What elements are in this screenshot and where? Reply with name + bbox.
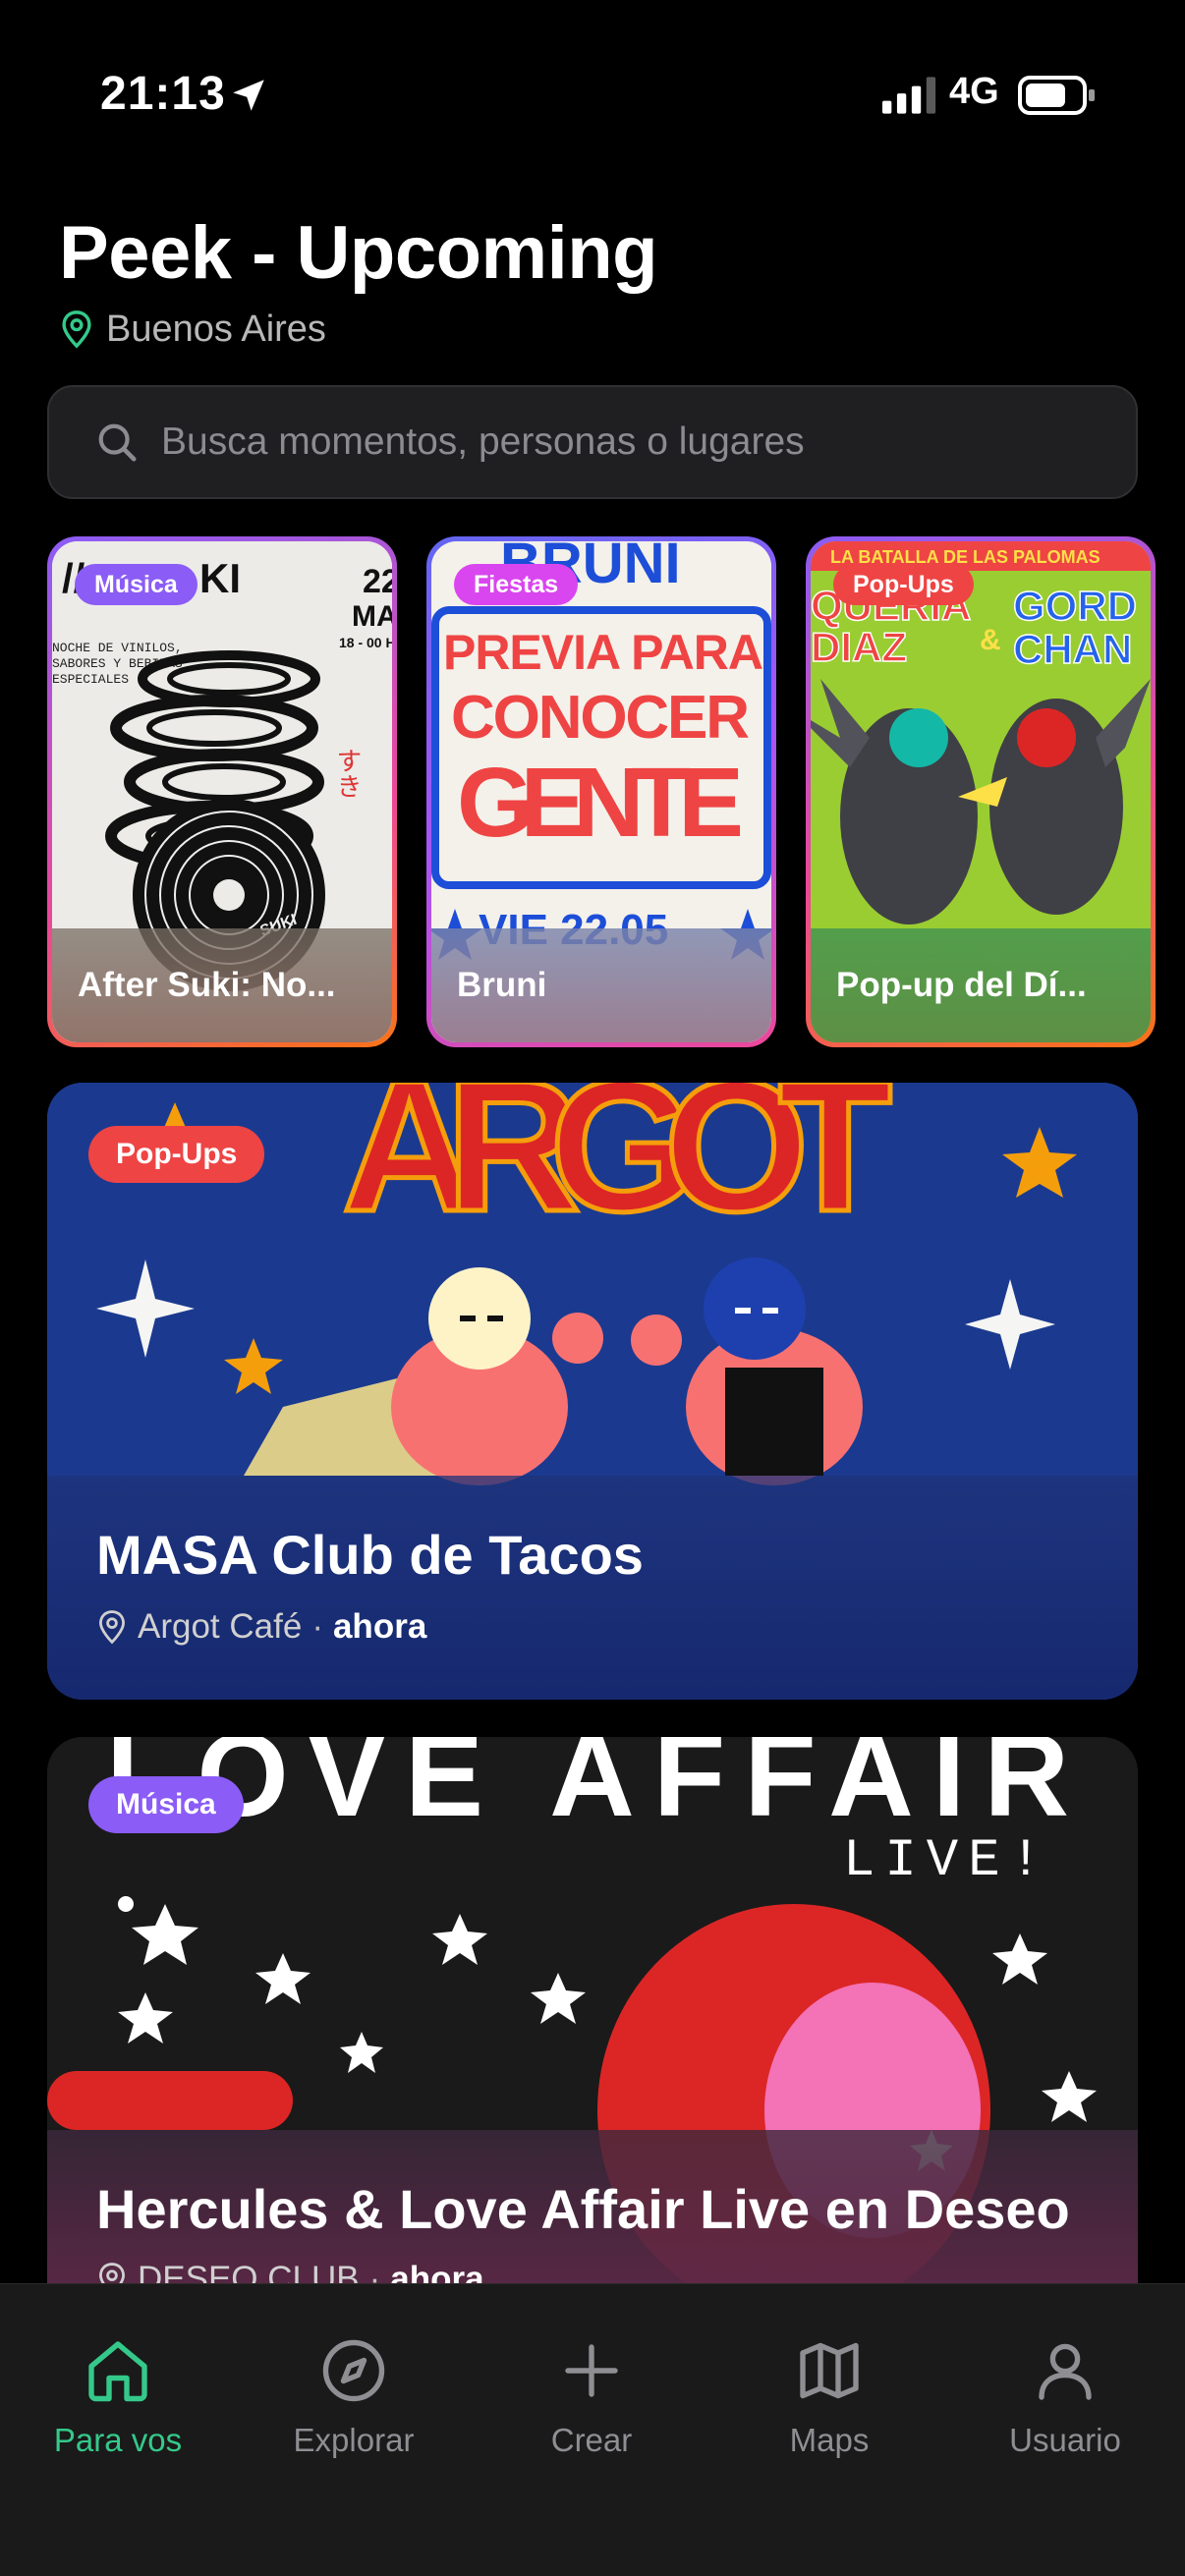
poster-line-3: ESPECIALES bbox=[52, 672, 129, 687]
tab-label: Para vos bbox=[53, 2422, 183, 2458]
poster-name-3: GORD bbox=[1013, 583, 1137, 629]
tab-crear[interactable]: Crear bbox=[493, 2335, 690, 2459]
tab-bar: Para vos Explorar Crear Maps Usuario bbox=[0, 2283, 1185, 2576]
location-pin-icon bbox=[99, 1610, 125, 1645]
meta-separator: · bbox=[311, 1607, 323, 1646]
plus-icon bbox=[565, 2344, 618, 2397]
poster-name-2: DIAZ bbox=[811, 624, 907, 670]
event-time: ahora bbox=[390, 2260, 484, 2283]
event-venue: Argot Café bbox=[138, 1607, 303, 1646]
network-type: 4G bbox=[949, 71, 999, 112]
poster-hours: 18 - 00 H bbox=[339, 635, 392, 650]
poster-date-month: MAY bbox=[352, 600, 392, 633]
event-title: MASA Club de Tacos bbox=[96, 1524, 644, 1586]
story-card-after-suki[interactable]: // KI 22 MAY 18 - 00 H NOCHE DE VINILOS,… bbox=[47, 536, 397, 1047]
signal-icon bbox=[882, 77, 936, 114]
tab-para-vos[interactable]: Para vos bbox=[20, 2335, 216, 2459]
search-input[interactable]: Busca momentos, personas o lugares bbox=[47, 385, 1138, 499]
map-icon bbox=[800, 2342, 859, 2399]
story-title: Bruni bbox=[431, 928, 771, 1042]
poster-title: ARGOT bbox=[342, 1083, 892, 1251]
location-pin-icon bbox=[99, 2263, 125, 2283]
svg-text:KI: KI bbox=[199, 555, 241, 601]
story-title: Pop-up del Dí... bbox=[811, 928, 1151, 1042]
location-arrow-icon bbox=[233, 80, 264, 111]
category-tag: Fiestas bbox=[454, 564, 579, 605]
tab-label: Usuario bbox=[1009, 2422, 1121, 2458]
poster-amp: & bbox=[980, 624, 1001, 656]
category-tag: Música bbox=[88, 1776, 244, 1833]
event-title: Hercules & Love Affair Live en Deseo bbox=[96, 2178, 1070, 2240]
compass-icon bbox=[322, 2339, 385, 2402]
tab-maps[interactable]: Maps bbox=[731, 2335, 928, 2459]
poster-line-3: GENTE bbox=[457, 748, 744, 858]
meta-separator: · bbox=[368, 2260, 381, 2283]
story-card-bruni[interactable]: BRUNI PREVIA PARA CONOCER GENTE VIE 22.0… bbox=[426, 536, 776, 1047]
story-card-popup[interactable]: LA BATALLA DE LAS PALOMAS QUERIA DIAZ & … bbox=[806, 536, 1156, 1047]
event-venue: DESEO CLUB bbox=[138, 2260, 360, 2283]
event-meta: DESEO CLUB · ahora bbox=[96, 2260, 484, 2283]
category-tag: Música bbox=[75, 564, 198, 605]
story-title: After Suki: No... bbox=[52, 928, 392, 1042]
category-tag: Pop-Ups bbox=[88, 1126, 265, 1183]
status-time: 21:13 bbox=[100, 68, 226, 120]
tab-label: Maps bbox=[789, 2422, 870, 2458]
home-icon bbox=[88, 2341, 147, 2402]
event-time: ahora bbox=[332, 1607, 427, 1646]
tab-label: Explorar bbox=[293, 2422, 415, 2458]
search-placeholder: Busca momentos, personas o lugares bbox=[161, 420, 805, 463]
poster-line-1: PREVIA PARA bbox=[443, 625, 763, 680]
city-label: Buenos Aires bbox=[106, 308, 326, 350]
tab-explorar[interactable]: Explorar bbox=[255, 2335, 452, 2459]
tab-usuario[interactable]: Usuario bbox=[967, 2335, 1163, 2459]
event-card-hercules[interactable]: LOVE AFFAIR LIVE! Música Hercules & Love… bbox=[47, 1737, 1138, 2283]
search-icon bbox=[98, 423, 137, 462]
poster-kana: すき bbox=[332, 748, 362, 799]
battery-icon bbox=[1018, 76, 1095, 115]
poster-line-2: CONOCER bbox=[451, 684, 750, 752]
city-selector[interactable]: Buenos Aires bbox=[59, 305, 326, 354]
event-meta: Argot Café · ahora bbox=[96, 1607, 426, 1647]
category-tag: Pop-Ups bbox=[833, 564, 974, 605]
tab-label: Crear bbox=[550, 2422, 633, 2458]
status-bar: 21:13 4G bbox=[0, 0, 1185, 187]
page-title: Peek - Upcoming bbox=[59, 211, 658, 295]
event-card-masa-club[interactable]: ARGOT Pop-Ups MASA Club de Tacos Argot C… bbox=[47, 1083, 1138, 1700]
poster-subtitle: LIVE! bbox=[843, 1831, 1051, 1891]
poster-name-4: CHAN bbox=[1013, 626, 1132, 672]
user-icon bbox=[1039, 2343, 1092, 2400]
poster-line-1: NOCHE DE VINILOS, bbox=[52, 641, 183, 655]
location-pin-icon bbox=[62, 310, 91, 349]
poster-date-day: 22 bbox=[363, 563, 392, 600]
